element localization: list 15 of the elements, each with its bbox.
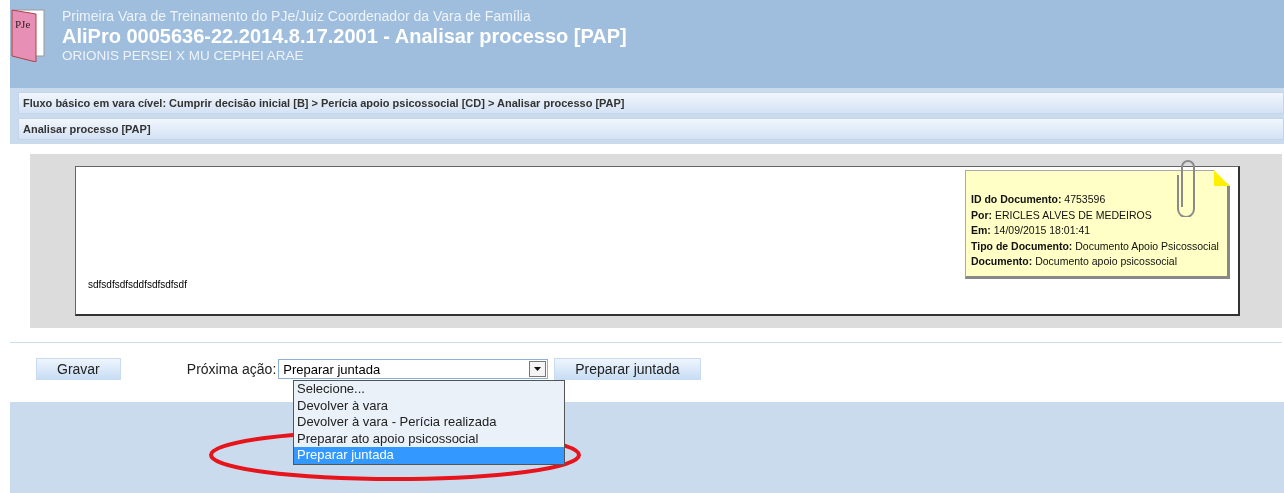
process-parties: ORIONIS PERSEI X MU CEPHEI ARAE — [62, 48, 305, 64]
save-button[interactable]: Gravar — [36, 358, 121, 380]
next-action-select[interactable]: Preparar juntada — [278, 359, 549, 379]
next-action-label: Próxima ação: — [186, 361, 277, 377]
breadcrumb: Fluxo básico em vara cível: Cumprir decisão inicial [B] > Perícia apoio psicossocial [CD] > Analisar processo [PAP] — [18, 92, 1284, 114]
process-title: AliPro 0005636-22.2014.8.17.2001 - Analisar processo [PAP] — [62, 24, 627, 48]
option-item[interactable]: Devolver à vara — [294, 397, 564, 414]
option-item[interactable]: Devolver à vara - Perícia realizada — [294, 414, 564, 431]
submit-button[interactable]: Preparar juntada — [554, 358, 701, 380]
option-item[interactable]: Preparar ato apoio psicossocial — [294, 430, 564, 447]
folded-corner-icon — [1214, 170, 1230, 186]
option-item[interactable]: Selecione... — [294, 381, 564, 398]
document-text: sdfsdfsdfsddfsdfsdfsdf — [88, 279, 187, 290]
court-name: Primeira Vara de Treinamento do PJe/Juiz Coordenador da Vara de Família — [62, 8, 532, 24]
task-title: Analisar processo [PAP] — [18, 118, 1284, 140]
